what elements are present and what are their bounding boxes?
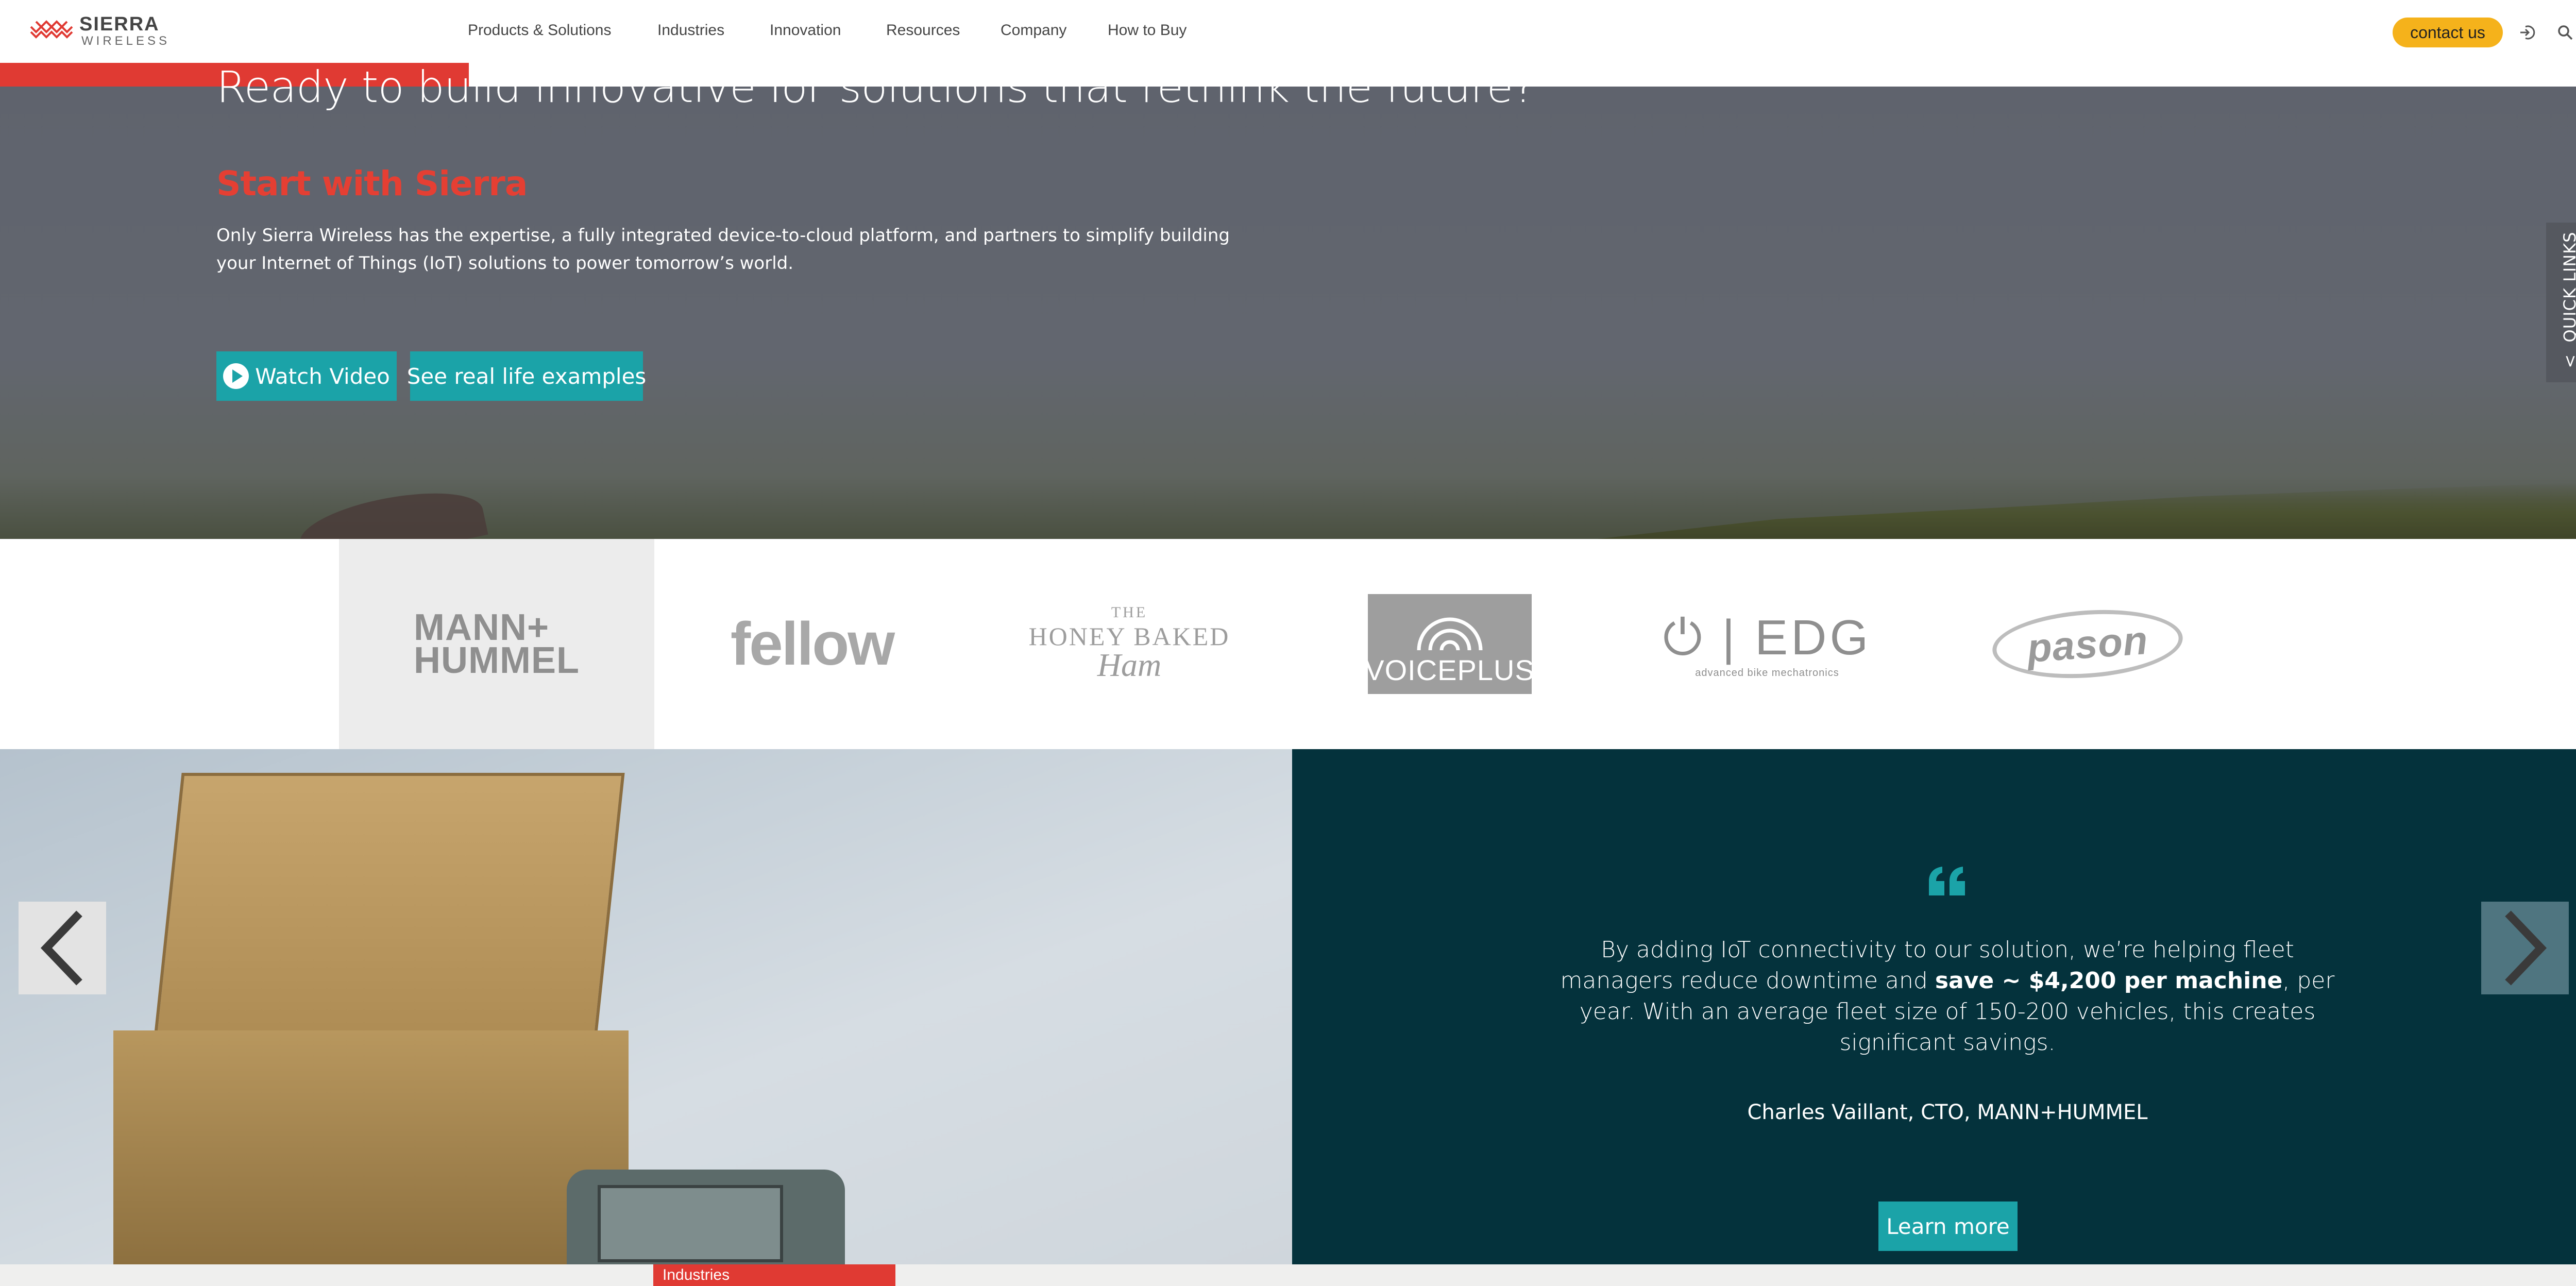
voiceplus-text: VOICEPLUS <box>1365 654 1535 686</box>
watch-video-button[interactable]: Watch Video <box>216 351 397 401</box>
hero-background-hand <box>295 479 488 539</box>
watch-video-label: Watch Video <box>255 363 390 389</box>
hero-description: Only Sierra Wireless has the expertise, … <box>216 225 1230 274</box>
customer-logo-fellow[interactable]: fellow <box>654 539 970 749</box>
nav-innovation[interactable]: Innovation <box>770 22 841 39</box>
fellow-logo: fellow <box>730 610 895 678</box>
honey-line3: Ham <box>1097 647 1162 683</box>
pason-logo: pason <box>1990 604 2185 684</box>
play-icon <box>223 363 249 389</box>
edg-wordmark: ⏻ | EDG <box>1663 610 1872 665</box>
testimonial-author: Charles Vaillant, CTO, MANN+HUMMEL <box>1747 1101 2148 1124</box>
edg-text: EDG <box>1755 610 1872 665</box>
nav-company[interactable]: Company <box>1001 22 1066 39</box>
truck-body <box>113 1030 629 1264</box>
quick-links-tab[interactable]: < QUICK LINKS <box>2546 223 2576 382</box>
nav-resources[interactable]: Resources <box>886 22 960 39</box>
customer-logo-mann-hummel[interactable]: MANN+ HUMMEL <box>339 539 654 749</box>
honey-line1: THE <box>1111 604 1148 621</box>
logo-word-sierra: SIERRA <box>79 13 160 35</box>
login-icon[interactable] <box>2518 24 2536 41</box>
truck-cab-window <box>598 1185 783 1262</box>
bottom-section-strip <box>0 1264 2576 1286</box>
mann-hummel-line2: HUMMEL <box>414 640 580 681</box>
pason-text: pason <box>2025 617 2150 671</box>
quote-text-highlight: save ~ $4,200 per machine <box>1935 968 2283 994</box>
sierra-wireless-logo[interactable]: SIERRA WIRELESS <box>30 13 174 48</box>
signal-waves-icon <box>1417 617 1483 651</box>
customer-logos-strip: MANN+ HUMMEL fellow THE HONEY BAKED Ham … <box>0 539 2576 749</box>
quick-links-text: QUICK LINKS <box>2560 231 2576 343</box>
contact-us-button[interactable]: contact us <box>2393 18 2503 47</box>
logo-word-wireless: WIRELESS <box>81 34 171 48</box>
chevron-up-icon: < <box>2560 354 2576 368</box>
hero-subtitle: Start with Sierra <box>216 164 528 204</box>
hero-background-grass <box>1597 482 2576 539</box>
voiceplus-logo: VOICEPLUS <box>1365 594 1535 694</box>
edg-tagline: advanced bike mechatronics <box>1695 667 1839 679</box>
testimonial-quote: By adding IoT connectivity to our soluti… <box>1546 935 2349 1058</box>
customer-logo-honey-baked-ham[interactable]: THE HONEY BAKED Ham <box>972 539 1287 749</box>
quick-links-label: < QUICK LINKS <box>2560 231 2576 368</box>
industries-section-tab[interactable]: Industries <box>653 1264 895 1286</box>
hero-banner <box>0 87 2576 539</box>
site-header: SIERRA WIRELESS Products & Solutions Ind… <box>0 0 2576 63</box>
edg-logo: ⏻ | EDG advanced bike mechatronics <box>1663 610 1871 679</box>
nav-how-to-buy[interactable]: How to Buy <box>1108 22 1187 39</box>
customer-logo-voiceplus[interactable]: VOICEPLUS <box>1292 539 1607 749</box>
nav-products-solutions[interactable]: Products & Solutions <box>468 22 611 39</box>
sierra-logo-icon <box>30 20 73 39</box>
customer-logo-edg[interactable]: ⏻ | EDG advanced bike mechatronics <box>1609 539 1925 749</box>
carousel-prev-button[interactable] <box>19 902 106 994</box>
customer-logo-pason[interactable]: pason <box>1930 539 2245 749</box>
hero-title: Ready to build innovative IoT solutions … <box>216 62 1536 112</box>
power-icon: ⏻ <box>1663 610 1705 665</box>
mann-hummel-line1: MANN+ <box>414 607 550 648</box>
quote-icon <box>1929 867 1965 895</box>
learn-more-button[interactable]: Learn more <box>1878 1202 2018 1251</box>
mann-hummel-logo: MANN+ HUMMEL <box>414 607 580 681</box>
search-icon[interactable] <box>2556 24 2574 41</box>
see-examples-button[interactable]: See real life examples <box>407 351 646 401</box>
chevron-left-icon <box>40 910 82 986</box>
nav-industries[interactable]: Industries <box>657 22 724 39</box>
carousel-next-button[interactable] <box>2481 902 2569 994</box>
honey-baked-ham-logo: THE HONEY BAKED Ham <box>1029 604 1230 684</box>
chevron-right-icon <box>2505 910 2547 986</box>
